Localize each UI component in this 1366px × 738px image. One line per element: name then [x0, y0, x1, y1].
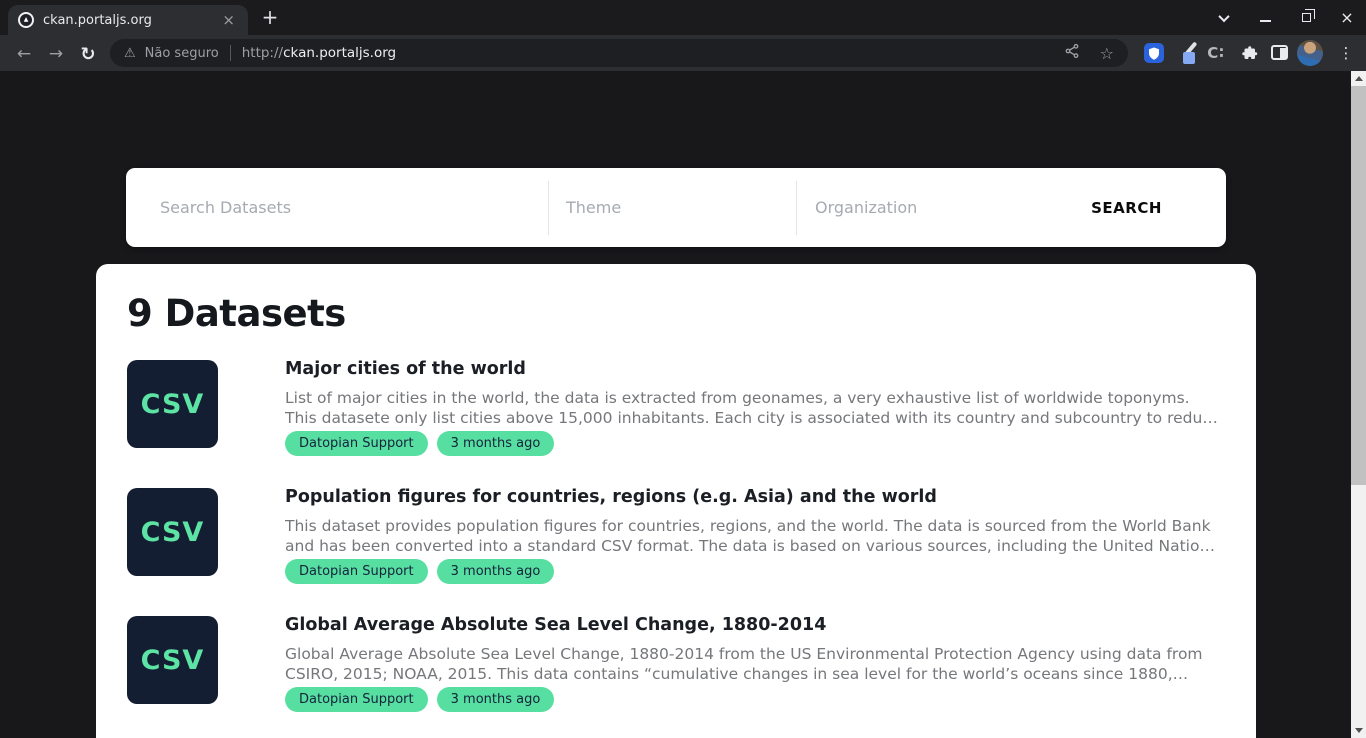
side-panel-icon[interactable]	[1271, 45, 1288, 60]
colorpick-extension-icon[interactable]: C∶	[1206, 43, 1226, 63]
dataset-badges: Datopian Support 3 months ago	[285, 431, 1221, 456]
url-host: ckan.portaljs.org	[283, 45, 396, 61]
omnibox-divider	[230, 45, 231, 61]
theme-input[interactable]	[549, 168, 796, 247]
browser-menu-icon[interactable]: ⋮	[1340, 43, 1352, 63]
dataset-badge[interactable]: Datopian Support	[285, 559, 428, 584]
dataset-badge[interactable]: 3 months ago	[437, 559, 555, 584]
dataset-row: CSV Population figures for countries, re…	[127, 488, 1225, 584]
bookmark-star-icon[interactable]: ☆	[1100, 44, 1114, 63]
results-heading: 9 Datasets	[127, 292, 1225, 336]
address-bar[interactable]: ⚠ Não seguro http:// ckan.portaljs.org ☆	[110, 39, 1128, 67]
results-card: 9 Datasets CSV Major cities of the world…	[96, 264, 1256, 738]
dataset-title[interactable]: Global Average Absolute Sea Level Change…	[285, 616, 1221, 635]
search-datasets-input[interactable]	[126, 168, 548, 247]
security-label: Não seguro	[145, 46, 219, 61]
dataset-badge[interactable]: Datopian Support	[285, 431, 428, 456]
dataset-format-label: CSV	[141, 517, 205, 548]
dataset-format-label: CSV	[141, 645, 205, 676]
tab-title: ckan.portaljs.org	[43, 13, 219, 28]
dataset-format-label: CSV	[141, 389, 205, 420]
dataset-list: CSV Major cities of the world List of ma…	[127, 360, 1225, 738]
scroll-down-arrow-icon[interactable]	[1351, 723, 1366, 738]
dataset-badges: Datopian Support 3 months ago	[285, 687, 1221, 712]
dataset-description: List of major cities in the world, the d…	[285, 388, 1221, 428]
tab-search-chevron-icon[interactable]	[1215, 9, 1233, 27]
scrollbar-thumb[interactable]	[1351, 86, 1366, 485]
dataset-row: CSV Global Average Absolute Sea Level Ch…	[127, 616, 1225, 712]
organization-input[interactable]	[797, 168, 1027, 247]
dataset-badges: Datopian Support 3 months ago	[285, 559, 1221, 584]
tab-bar: ▲ ckan.portaljs.org × + ×	[0, 0, 1366, 35]
extensions-puzzle-icon[interactable]	[1239, 43, 1259, 63]
dataset-description: This dataset provides population figures…	[285, 516, 1221, 556]
url-scheme: http://	[242, 45, 283, 61]
forward-button[interactable]: →	[44, 42, 68, 66]
dataset-badge[interactable]: 3 months ago	[437, 687, 555, 712]
dataset-title[interactable]: Population figures for countries, region…	[285, 488, 1221, 507]
page-scrollbar[interactable]	[1351, 71, 1366, 738]
minimize-button[interactable]	[1256, 9, 1274, 27]
window-controls: ×	[1215, 0, 1356, 35]
new-tab-button[interactable]: +	[258, 6, 282, 30]
dataset-description: Global Average Absolute Sea Level Change…	[285, 644, 1221, 684]
bitwarden-extension-icon[interactable]	[1144, 43, 1164, 63]
reload-button[interactable]: ↻	[76, 42, 100, 66]
site-favicon-icon: ▲	[18, 12, 34, 28]
not-secure-warning-icon: ⚠	[124, 46, 136, 61]
csv-format-tile: CSV	[127, 616, 218, 704]
dataset-badge[interactable]: 3 months ago	[437, 431, 555, 456]
page-viewport: SEARCH 9 Datasets CSV Major cities of th…	[0, 71, 1351, 738]
search-button[interactable]: SEARCH	[1027, 168, 1226, 247]
csv-format-tile: CSV	[127, 360, 218, 448]
csv-format-tile: CSV	[127, 488, 218, 576]
browser-toolbar: ← → ↻ ⚠ Não seguro http:// ckan.portaljs…	[0, 35, 1366, 71]
back-button[interactable]: ←	[12, 42, 36, 66]
close-window-button[interactable]: ×	[1338, 9, 1356, 27]
browser-tab[interactable]: ▲ ckan.portaljs.org ×	[8, 5, 248, 35]
dataset-title[interactable]: Major cities of the world	[285, 360, 1221, 379]
dataset-badge[interactable]: Datopian Support	[285, 687, 428, 712]
scroll-up-arrow-icon[interactable]	[1351, 71, 1366, 86]
share-icon[interactable]	[1064, 43, 1080, 63]
search-bar: SEARCH	[126, 168, 1226, 247]
dataset-row: CSV Major cities of the world List of ma…	[127, 360, 1225, 456]
tab-close-icon[interactable]: ×	[219, 13, 238, 28]
profile-avatar[interactable]	[1297, 40, 1323, 66]
eyedropper-extension-icon[interactable]	[1180, 43, 1200, 63]
restore-button[interactable]	[1297, 9, 1315, 27]
